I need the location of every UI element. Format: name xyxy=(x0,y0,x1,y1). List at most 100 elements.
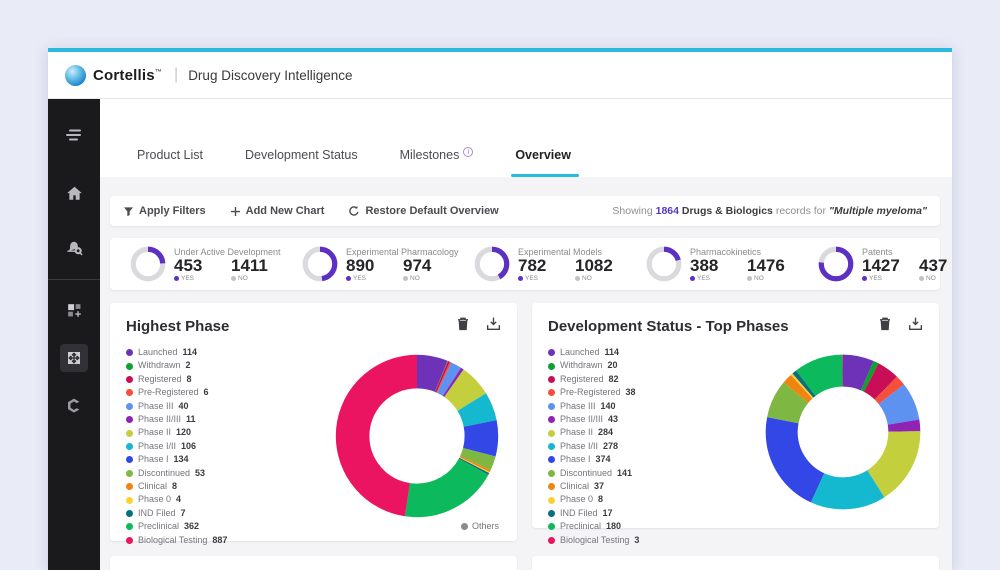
legend-label: Registered xyxy=(138,373,182,386)
download-chart-icon[interactable] xyxy=(908,316,923,336)
restore-default-overview-button[interactable]: Restore Default Overview xyxy=(348,205,498,217)
legend-item[interactable]: IND Filed17 xyxy=(548,507,763,520)
apply-filters-button[interactable]: Apply Filters xyxy=(123,205,206,217)
legend-item[interactable]: Phase 04 xyxy=(126,493,333,506)
no-dot xyxy=(747,276,752,281)
add-new-chart-button[interactable]: Add New Chart xyxy=(230,205,325,217)
legend-item[interactable]: Preclinical180 xyxy=(548,520,763,533)
kpi-yes-caption: YES xyxy=(346,275,403,282)
legend-item[interactable]: Discontinued 141 xyxy=(548,467,763,480)
legend-label: Discontinued xyxy=(560,467,612,480)
legend-value: 43 xyxy=(608,413,618,426)
legend-item[interactable]: Phase III140 xyxy=(548,400,763,413)
legend-label: Phase I xyxy=(560,453,591,466)
next-row-cards-partial xyxy=(110,556,940,570)
tab-strip: Product List Development Status Mileston… xyxy=(100,99,952,177)
others-legend-item[interactable]: Others xyxy=(461,521,499,531)
yes-dot xyxy=(346,276,351,281)
legend-item[interactable]: Withdrawn2 xyxy=(126,359,333,372)
brand-name: Cortellis™ xyxy=(93,67,162,84)
legend-label: Withdrawn xyxy=(560,359,603,372)
legend-item[interactable]: Biological Testing 3 xyxy=(548,534,763,547)
legend-label: Phase II xyxy=(138,426,171,439)
kpi-no-caption: NO xyxy=(747,275,804,282)
legend-item[interactable]: Pre-Registered6 xyxy=(126,386,333,399)
search-query: "Multiple myeloma" xyxy=(829,205,927,217)
legend-item[interactable]: Phase I/II106 xyxy=(126,440,333,453)
legend-item[interactable]: Clinical37 xyxy=(548,480,763,493)
expand-icon[interactable] xyxy=(60,344,88,372)
legend-item[interactable]: Discontinued53 xyxy=(126,467,333,480)
legend-dot xyxy=(126,416,133,423)
kpi-no-caption: NO xyxy=(919,275,952,282)
charts-row: Highest Phase Launched11 xyxy=(110,303,940,541)
add-widget-grid-icon[interactable] xyxy=(60,296,88,324)
legend-dot xyxy=(126,349,133,356)
legend-label: Phase I/II xyxy=(138,440,176,453)
legend-item[interactable]: Registered8 xyxy=(126,373,333,386)
tab-development-status[interactable]: Development Status xyxy=(243,148,360,177)
legend-value: 8 xyxy=(598,493,603,506)
home-icon[interactable] xyxy=(60,179,88,207)
legend-value: 140 xyxy=(601,400,616,413)
clarivate-hexagon-icon[interactable] xyxy=(60,392,88,420)
legend-item[interactable]: Biological Testing887 xyxy=(126,534,333,547)
legend-item[interactable]: Phase II 120 xyxy=(126,426,333,439)
legend-item[interactable]: Phase I374 xyxy=(548,453,763,466)
legend-item[interactable]: Registered82 xyxy=(548,373,763,386)
legend-item[interactable]: Pre-Registered38 xyxy=(548,386,763,399)
download-chart-icon[interactable] xyxy=(486,316,501,336)
others-label: Others xyxy=(472,521,499,531)
kpi-label: Experimental Models xyxy=(518,247,632,257)
legend-label: Biological Testing xyxy=(560,534,629,547)
alert-search-icon[interactable] xyxy=(60,233,88,261)
legend-item[interactable]: Phase III40 xyxy=(126,400,333,413)
legend-value: 362 xyxy=(184,520,199,533)
kpi-ring-chart xyxy=(645,245,683,283)
tab-product-list[interactable]: Product List xyxy=(135,148,205,177)
legend-dot xyxy=(548,376,555,383)
legend-item[interactable]: Phase 08 xyxy=(548,493,763,506)
info-icon[interactable]: i xyxy=(463,147,473,157)
chart-legend: Launched114Withdrawn20Registered82Pre-Re… xyxy=(548,346,763,547)
development-status-top-phases-card: Development Status - Top Phases xyxy=(532,303,939,528)
legend-value: 11 xyxy=(186,413,196,426)
legend-value: 141 xyxy=(617,467,632,480)
legend-item[interactable]: Phase II284 xyxy=(548,426,763,439)
legend-label: Discontinued xyxy=(138,467,190,480)
legend-label: Clinical xyxy=(560,480,589,493)
menu-icon[interactable] xyxy=(60,121,88,149)
legend-dot xyxy=(126,376,133,383)
tab-milestones[interactable]: Milestonesi xyxy=(398,147,476,177)
legend-dot xyxy=(126,537,133,544)
legend-dot xyxy=(548,363,555,370)
legend-label: Preclinical xyxy=(138,520,179,533)
kpi-yes-value: 782 xyxy=(518,257,575,275)
legend-item[interactable]: Launched114 xyxy=(126,346,333,359)
yes-dot xyxy=(862,276,867,281)
legend-item[interactable]: Launched114 xyxy=(548,346,763,359)
chart-title: Development Status - Top Phases xyxy=(548,318,789,335)
legend-item[interactable]: IND Filed7 xyxy=(126,507,333,520)
legend-value: 40 xyxy=(179,400,189,413)
legend-value: 887 xyxy=(212,534,227,547)
legend-value: 3 xyxy=(634,534,639,547)
legend-item[interactable]: Clinical8 xyxy=(126,480,333,493)
legend-item[interactable]: Phase I134 xyxy=(126,453,333,466)
tab-overview[interactable]: Overview xyxy=(513,148,573,177)
delete-chart-icon[interactable] xyxy=(878,316,892,336)
legend-value: 120 xyxy=(176,426,191,439)
legend-item[interactable]: Withdrawn20 xyxy=(548,359,763,372)
legend-item[interactable]: Phase II/III43 xyxy=(548,413,763,426)
delete-chart-icon[interactable] xyxy=(456,316,470,336)
legend-item[interactable]: Phase I/II278 xyxy=(548,440,763,453)
legend-item[interactable]: Preclinical 362 xyxy=(126,520,333,533)
legend-item[interactable]: Phase II/III11 xyxy=(126,413,333,426)
kpi-no-value: 1411 xyxy=(231,257,288,275)
legend-dot xyxy=(548,510,555,517)
legend-dot xyxy=(548,483,555,490)
legend-dot xyxy=(126,430,133,437)
record-entity: Drugs & Biologics xyxy=(682,205,773,217)
chart-title: Highest Phase xyxy=(126,318,229,335)
refresh-icon xyxy=(348,205,360,217)
